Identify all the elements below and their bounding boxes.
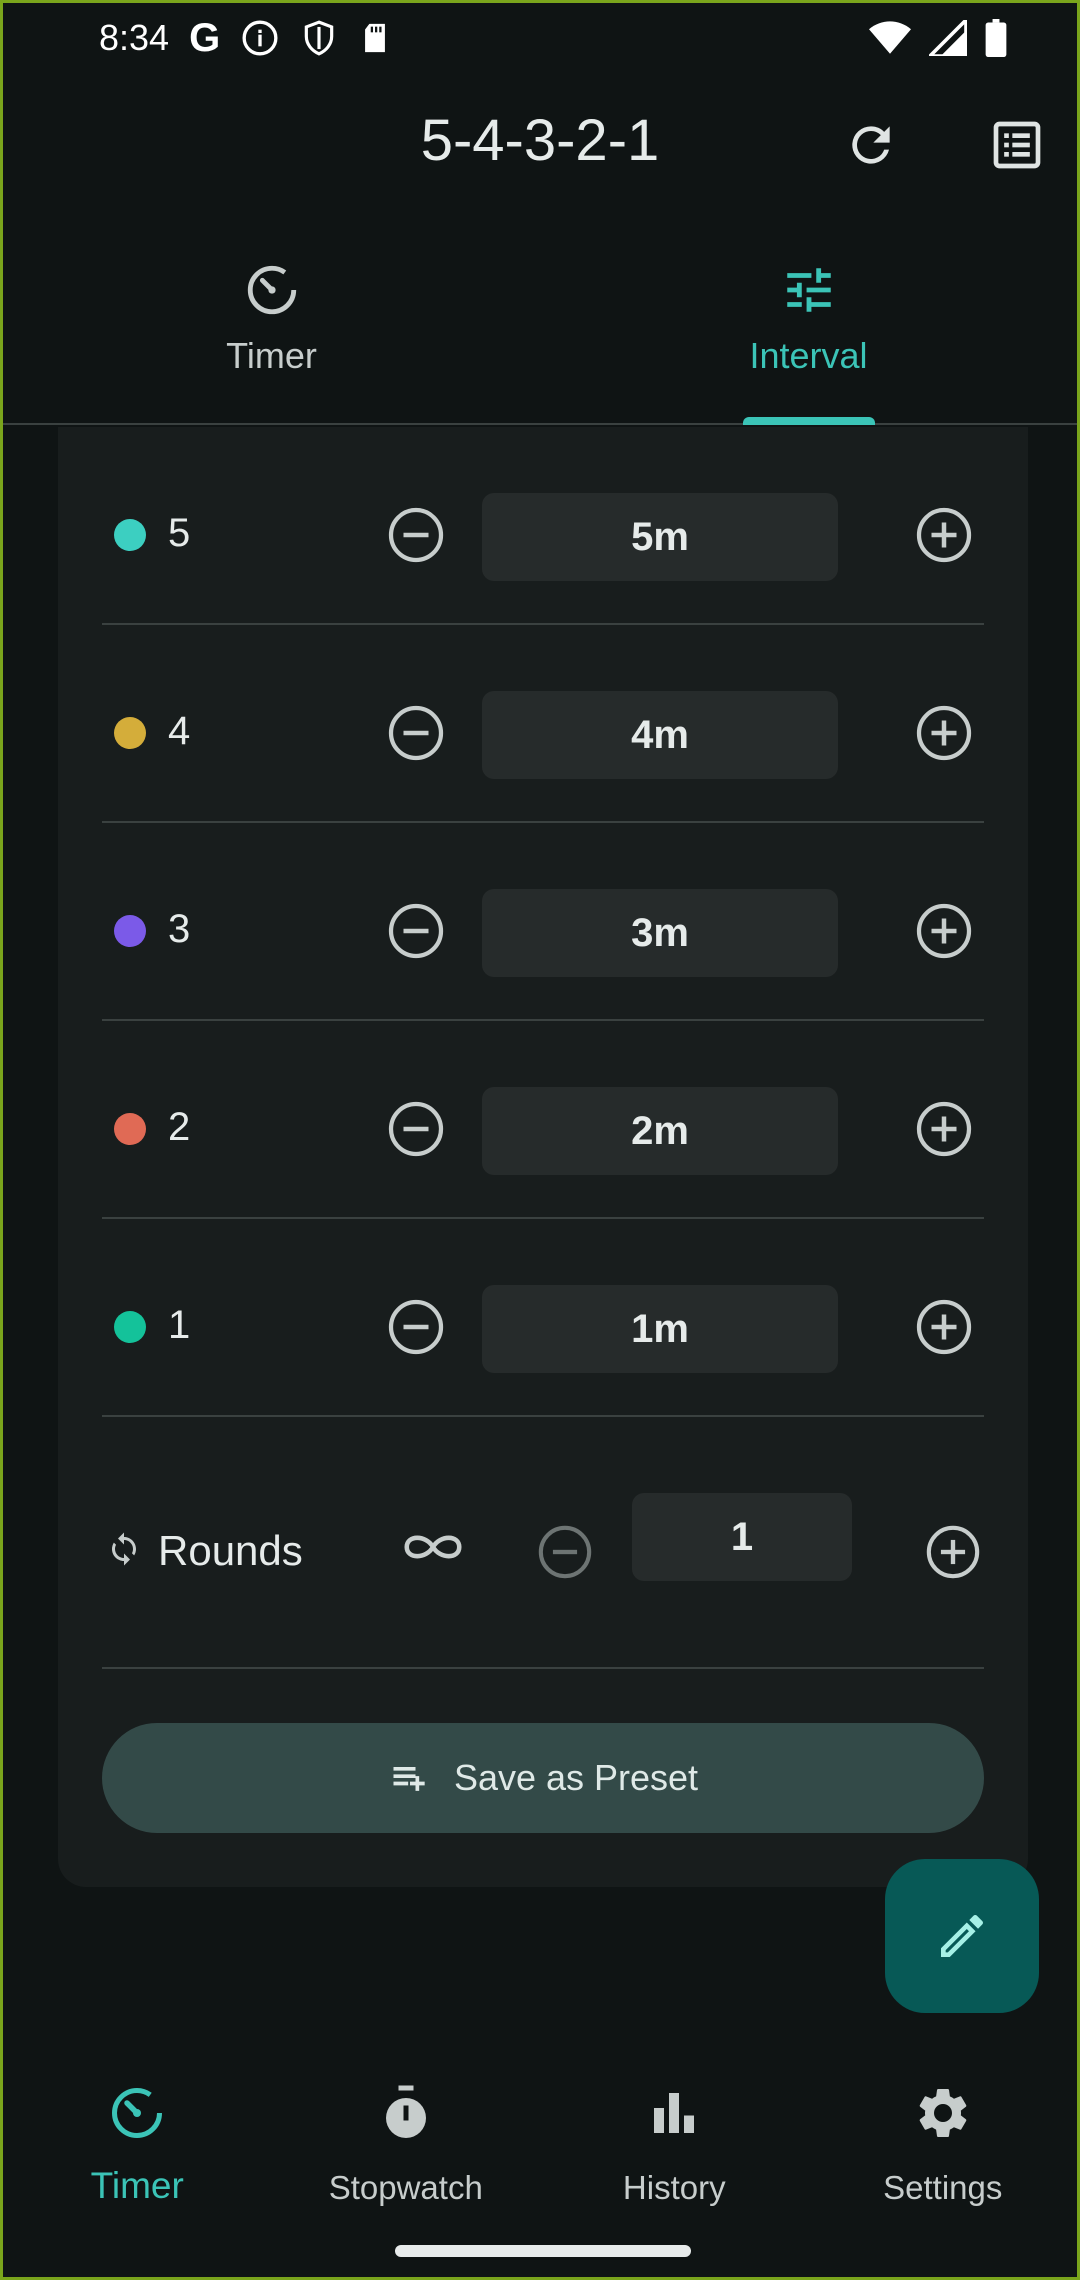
interval-name: 2 (168, 1105, 191, 1149)
plus-circle-icon[interactable] (914, 1099, 974, 1159)
wifi-icon (869, 21, 911, 54)
duration-field[interactable]: 3m (482, 889, 838, 977)
color-dot (114, 717, 146, 749)
nav-stopwatch-label: Stopwatch (328, 2169, 483, 2206)
tab-timer-label: Timer (226, 335, 317, 376)
interval-row: 5 5m (102, 427, 984, 625)
minus-circle-icon[interactable] (386, 901, 446, 961)
sdcard-icon (365, 23, 386, 53)
app-bar: 5-4-3-2-1 (3, 83, 1077, 203)
color-dot (114, 915, 146, 947)
color-dot (114, 1311, 146, 1343)
save-preset-label: Save as Preset (453, 1757, 699, 1798)
battery-icon (985, 19, 1007, 57)
bottom-navigation: Timer Stopwatch History Settings (3, 2043, 1077, 2243)
stopwatch-icon (385, 2085, 426, 2138)
color-dot (114, 519, 146, 551)
cell-signal-icon (929, 20, 967, 56)
plus-circle-icon[interactable] (914, 505, 974, 565)
minus-circle-icon[interactable] (386, 703, 446, 763)
minus-circle-icon[interactable] (386, 1297, 446, 1357)
duration-field[interactable]: 5m (482, 493, 838, 581)
plus-circle-icon[interactable] (914, 703, 974, 763)
nav-history[interactable]: History (540, 2043, 809, 2243)
tab-interval-label: Interval (749, 335, 868, 376)
home-indicator[interactable] (395, 2245, 691, 2257)
interval-name: 3 (168, 907, 191, 951)
tab-timer[interactable]: Timer (3, 243, 540, 423)
interval-name: 1 (168, 1303, 191, 1347)
top-tabs: Timer Interval (3, 243, 1077, 425)
interval-name: 4 (168, 709, 191, 753)
nav-timer[interactable]: Timer (3, 2043, 272, 2243)
interval-row: 3 3m (102, 823, 984, 1021)
minus-circle-icon[interactable] (386, 1099, 446, 1159)
pencil-icon (941, 1914, 984, 1957)
rounds-row: Rounds 1 (102, 1427, 984, 1669)
tune-icon (786, 268, 831, 312)
list-icon[interactable] (989, 117, 1045, 173)
nav-settings[interactable]: Settings (809, 2043, 1078, 2243)
plus-circle-icon[interactable] (914, 1297, 974, 1357)
gear-icon (919, 2089, 967, 2137)
duration-field[interactable]: 4m (482, 691, 838, 779)
minus-circle-icon[interactable] (386, 505, 446, 565)
save-preset-button[interactable]: Save as Preset (102, 1723, 984, 1833)
color-dot (114, 1113, 146, 1145)
nav-settings-label: Settings (883, 2169, 1003, 2206)
shield-icon (304, 20, 334, 56)
infinity-icon[interactable] (398, 1527, 468, 1567)
interval-row: 2 2m (102, 1021, 984, 1219)
tab-interval[interactable]: Interval (540, 243, 1077, 425)
interval-row: 4 4m (102, 625, 984, 823)
repeat-icon (112, 1532, 136, 1566)
bar-chart-icon (654, 2093, 695, 2133)
google-icon: G (189, 15, 221, 60)
app-screen: 8:34 G 5-4-3-2-1 Timer Interval 5 5m 4 4… (0, 0, 1080, 2280)
nav-history-label: History (622, 2169, 726, 2206)
plus-circle-icon[interactable] (924, 1523, 982, 1581)
edit-fab[interactable] (885, 1859, 1039, 2013)
status-time: 8:34 (99, 17, 170, 58)
plus-circle-icon[interactable] (914, 901, 974, 961)
interval-name: 5 (168, 511, 191, 555)
minus-circle-icon[interactable] (536, 1523, 594, 1581)
status-bar: 8:34 G (3, 3, 1077, 73)
page-title: 5-4-3-2-1 (420, 108, 660, 173)
active-tab-indicator (742, 417, 875, 425)
playlist-add-icon (393, 1767, 425, 1791)
interval-row: 1 1m (102, 1219, 984, 1417)
timer-icon (247, 265, 296, 315)
duration-field[interactable]: 2m (482, 1087, 838, 1175)
info-icon (242, 20, 278, 56)
reset-icon[interactable] (843, 117, 899, 173)
nav-stopwatch[interactable]: Stopwatch (272, 2043, 541, 2243)
interval-card: 5 5m 4 4m 3 3m 2 2m 1 1m Rounds 1 Save a… (58, 427, 1028, 1887)
rounds-field[interactable]: 1 (632, 1493, 852, 1581)
rounds-label: Rounds (158, 1527, 303, 1574)
timer-icon (112, 2088, 163, 2138)
nav-timer-label: Timer (90, 2165, 184, 2206)
duration-field[interactable]: 1m (482, 1285, 838, 1373)
